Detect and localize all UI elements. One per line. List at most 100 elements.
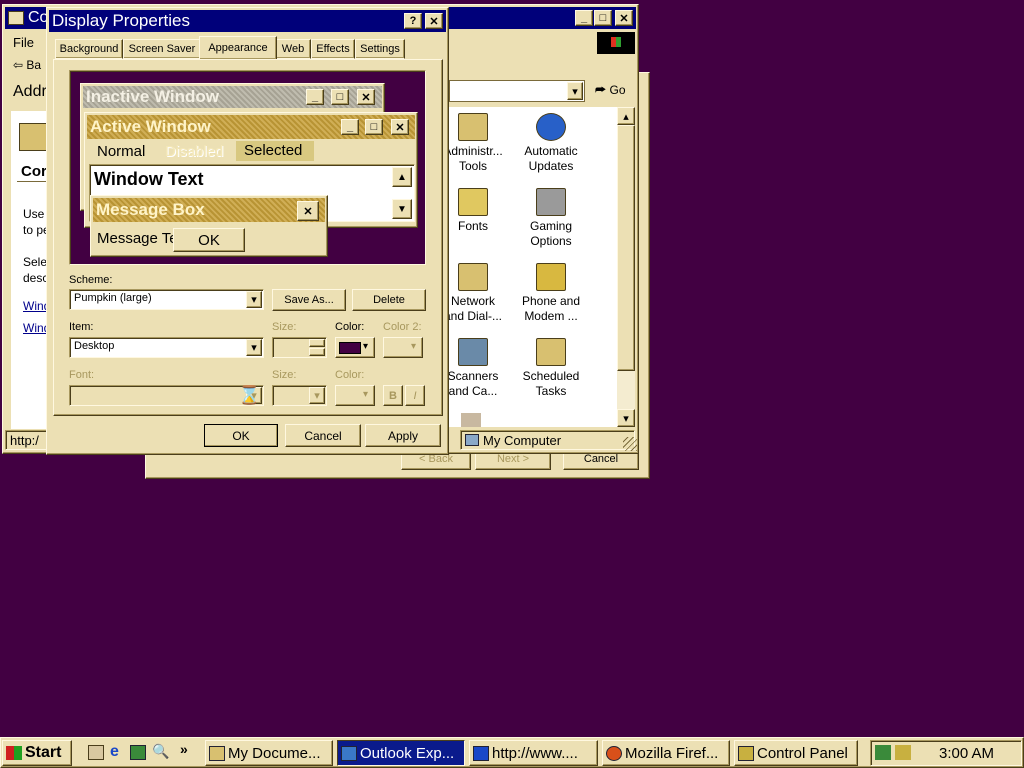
font-size-label: Size: [272,369,297,381]
folder-search-icon [209,745,225,761]
cp-go-label: Go [609,83,626,97]
cp-item-label-line2: Tools [458,159,487,173]
cp-scroll-up-button[interactable]: ▴ [617,107,635,125]
cp-item-label-line2: Updates [528,159,574,173]
cp-address-field[interactable]: ▾ [449,80,585,102]
cp-item-automatic-updates[interactable]: Automatic Updates [511,113,591,174]
firefox-icon [606,745,622,761]
italic-button: I [405,385,425,406]
cp-icon-view: Administr... Tools Automatic Updates Fonts Ga… [449,107,635,427]
cp-item-scanners-cameras[interactable]: Scanners and Ca... [449,338,513,399]
cp-vertical-scrollbar[interactable]: ▴ ▾ [617,107,635,427]
tab-background[interactable]: Background [55,39,123,59]
preview-active-minimize: _ [341,119,359,135]
item-dropdown[interactable]: Desktop ▾ [69,337,264,358]
cp-item-administrative-tools[interactable]: Administr... Tools [449,113,513,174]
scheme-dropdown-arrow[interactable]: ▾ [246,291,262,308]
cp-item-gaming-options[interactable]: Gaming Options [511,188,591,249]
dp-cancel-button[interactable]: Cancel [285,424,361,447]
cp-info-pane: Cor Use to pe Sele desc Wind Wind [11,111,51,429]
dp-appearance-preview[interactable]: Inactive Window _ □ ✕ Active Window _ □ … [69,70,426,265]
preview-message-box[interactable]: Message Box ✕ Message Text OK [90,195,328,257]
cp-item-label: Automatic [524,144,578,158]
font-dropdown: ▾ [69,385,264,406]
cp-item-scheduled-tasks[interactable]: Scheduled Tasks [511,338,591,399]
preview-menu-selected: Selected [236,141,314,161]
cp-item-label: Phone and [521,294,581,308]
taskbar-item-outlook[interactable]: Outlook Exp... [337,740,465,766]
dp-close-button[interactable]: ✕ [425,13,443,29]
cp-item-label: Fonts [457,219,488,233]
preview-scroll-down: ▼ [392,199,412,219]
tab-effects[interactable]: Effects [311,39,355,59]
outlook-express-icon[interactable] [130,745,146,760]
start-button[interactable]: Start [2,740,72,766]
quick-launch-more[interactable]: » [180,741,188,757]
cp-go-button[interactable]: ⮫ Go [595,83,626,98]
cp-address-dropdown[interactable]: ▾ [567,82,583,100]
cp-minimize-button[interactable]: _ [575,10,593,26]
scheme-dropdown[interactable]: Pumpkin (large) ▾ [69,289,264,310]
display-properties-dialog: Display Properties ? ✕ Background Screen … [46,7,449,455]
cp-back-button[interactable]: ⇦ Ba [13,58,41,72]
cp-menu-file[interactable]: File [13,35,34,50]
cp-scroll-thumb[interactable] [617,125,635,371]
cp-desc2-line1: Sele [23,255,48,269]
control-panel-app-icon [8,11,24,25]
tab-appearance[interactable]: Appearance [199,36,277,59]
back-arrow-icon: ⇦ [13,58,24,72]
taskbar-item-label: http://www.... [492,744,578,762]
dp-help-button[interactable]: ? [404,13,422,29]
item-dropdown-arrow[interactable]: ▾ [246,339,262,356]
preview-scroll-up: ▲ [392,167,412,187]
preview-inactive-minimize: _ [306,89,324,105]
tab-screen-saver[interactable]: Screen Saver [123,39,201,59]
item-color2-picker: ▾ [383,337,423,358]
volume-tray-icon[interactable] [895,745,911,760]
cp-back-label: Ba [26,58,42,72]
network-tray-icon[interactable] [875,745,891,760]
show-desktop-icon[interactable] [88,745,104,760]
item-color-picker[interactable]: ▾ [335,337,375,358]
phone-icon [536,263,566,291]
save-as-button[interactable]: Save As... [272,289,346,311]
my-computer-icon [465,434,479,446]
quick-launch: e 🔍 » [84,741,198,763]
resize-grip-icon[interactable] [623,437,637,451]
delete-button[interactable]: Delete [352,289,426,311]
cp-close-button[interactable]: ✕ [615,10,633,26]
preview-inactive-maximize: □ [331,89,349,105]
cp-item-phone-modem[interactable]: Phone and Modem ... [511,263,591,324]
dp-ok-button[interactable]: OK [204,424,278,447]
ie-page-icon [473,745,489,761]
cp-item-label: Scanners [449,369,499,383]
cp-item-label: Network [450,294,495,308]
hourglass-cursor-icon: ⌛ [238,385,261,405]
internet-explorer-icon[interactable]: e [110,743,119,761]
taskbar-item-folder-search[interactable]: My Docume... [205,740,333,766]
dp-title-bar[interactable]: Display Properties [49,10,446,32]
cp-scroll-down-button[interactable]: ▾ [617,409,635,427]
taskbar-item-ie-page[interactable]: http://www.... [469,740,598,766]
search-icon[interactable]: 🔍 [152,743,169,760]
cp-partial-icon [461,413,481,427]
control-panel-icon [738,745,754,761]
taskbar-item-firefox[interactable]: Mozilla Firef... [602,740,730,766]
tab-settings[interactable]: Settings [355,39,405,59]
go-arrow-icon: ⮫ [595,83,607,97]
item-label: Item: [69,321,94,333]
dp-apply-button[interactable]: Apply [365,424,441,447]
cp-maximize-button[interactable]: □ [594,10,612,26]
taskbar-item-control-panel[interactable]: Control Panel [734,740,858,766]
cp-item-network-dialup[interactable]: Network and Dial-... [449,263,513,324]
preview-active-close: ✕ [391,119,409,135]
tab-web[interactable]: Web [275,39,311,59]
font-color-label: Color: [335,369,365,381]
clock[interactable]: 3:00 AM [939,745,994,762]
cp-item-label: Scheduled [522,369,580,383]
preview-active-maximize: □ [365,119,383,135]
dp-tab-strip: Background Screen Saver Appearance Web Effec… [55,36,445,60]
cp-item-fonts[interactable]: Fonts [449,188,513,234]
taskbar-item-label: My Docume... [228,744,321,762]
dp-title: Display Properties [52,11,190,30]
